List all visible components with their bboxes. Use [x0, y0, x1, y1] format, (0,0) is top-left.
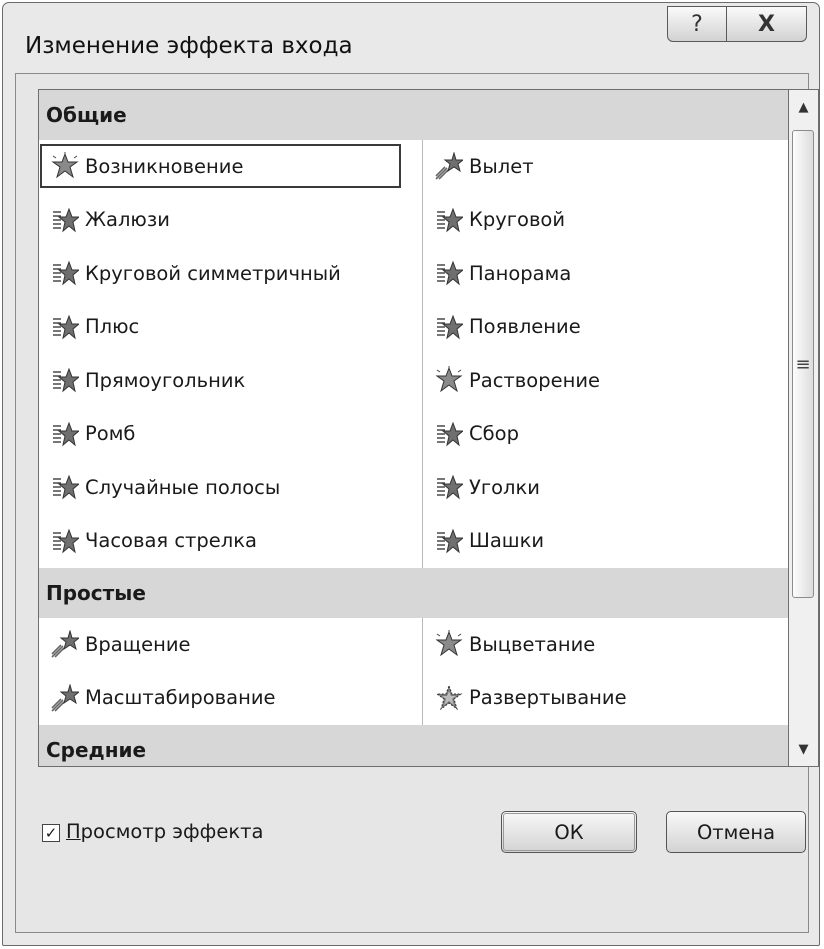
- effect-item-label: Масштабирование: [85, 686, 276, 709]
- star-stripes-icon: [51, 259, 79, 287]
- star-stripes-icon: [51, 366, 79, 394]
- star-fly-icon: [51, 630, 79, 658]
- star-stripes-icon: [51, 420, 79, 448]
- star-fly-icon: [435, 152, 463, 180]
- title-bar[interactable]: Изменение эффекта входа ? X: [3, 3, 819, 81]
- effect-item-label: Жалюзи: [85, 208, 170, 231]
- effect-item-label: Растворение: [469, 368, 601, 392]
- column-divider: [422, 618, 423, 725]
- effect-item-label: Прямоугольник: [85, 368, 246, 392]
- preview-effect-label-text: росмотр эффекта: [80, 820, 264, 843]
- effect-item-label: Появление: [469, 315, 581, 338]
- effect-item-label: Случайные полосы: [85, 475, 281, 499]
- effect-item-label: Развертывание: [469, 686, 627, 709]
- effect-item[interactable]: Часовая стрелка: [51, 521, 257, 561]
- effect-item[interactable]: Возникновение: [40, 144, 401, 188]
- effect-item[interactable]: Масштабирование: [51, 678, 276, 718]
- close-button[interactable]: X: [727, 6, 807, 42]
- effect-item-label: Уголки: [469, 475, 540, 499]
- section-header: Простые: [39, 568, 788, 618]
- star-stripes-icon: [51, 473, 79, 501]
- scroll-down-button[interactable]: ▼: [789, 734, 818, 764]
- column-divider: [422, 140, 423, 568]
- dialog-client-area: Общие Возникновение Вылет Жалюзи Круговой Кру…: [15, 73, 819, 933]
- effects-list[interactable]: Общие Возникновение Вылет Жалюзи Круговой Кру…: [38, 89, 789, 767]
- effect-item-label: Ромб: [85, 422, 136, 445]
- star-stripes-icon: [51, 206, 79, 234]
- star-sparkle-icon: [51, 152, 79, 180]
- effect-item[interactable]: Уголки: [435, 467, 540, 507]
- effect-item[interactable]: Панорама: [435, 253, 571, 293]
- preview-effect-label[interactable]: Просмотр эффекта: [66, 820, 263, 843]
- effect-item[interactable]: Растворение: [435, 360, 600, 400]
- effect-item-label: Выцветание: [469, 632, 596, 656]
- scroll-down-arrow-icon: ▼: [798, 741, 809, 757]
- dialog-title: Изменение эффекта входа: [25, 33, 353, 59]
- star-stripes-icon: [435, 420, 463, 448]
- effect-item[interactable]: Вращение: [51, 624, 191, 664]
- close-icon: X: [758, 11, 775, 37]
- effect-item[interactable]: Случайные полосы: [51, 467, 280, 507]
- star-stripes-icon: [435, 473, 463, 501]
- effect-item[interactable]: Прямоугольник: [51, 360, 245, 400]
- preview-effect-mnemonic: П: [66, 820, 81, 843]
- section-header: Общие: [39, 90, 788, 140]
- effect-item-label: Панорама: [469, 261, 572, 285]
- ok-button[interactable]: ОК: [501, 811, 637, 853]
- star-stripes-icon: [435, 206, 463, 234]
- effect-item-label: Часовая стрелка: [85, 529, 257, 552]
- star-stripes-icon: [435, 259, 463, 287]
- star-fly-icon: [51, 683, 79, 712]
- effect-item-label: Возникновение: [85, 154, 244, 178]
- star-stripes-icon: [435, 313, 463, 341]
- effect-item[interactable]: Плюс: [51, 307, 139, 347]
- effect-item[interactable]: Сбор: [435, 414, 519, 454]
- effect-item[interactable]: Вылет: [435, 146, 534, 186]
- scroll-grip-icon: ≡: [795, 353, 811, 375]
- star-stripes-icon: [435, 527, 463, 555]
- section-header: Средние: [39, 725, 788, 766]
- effects-list-scrollbar[interactable]: ▲ ≡ ▼: [789, 89, 819, 767]
- preview-effect-checkbox[interactable]: ✓: [42, 824, 60, 842]
- effect-item-label: Плюс: [85, 315, 140, 338]
- star-unfold-icon: [435, 684, 463, 712]
- effect-item[interactable]: Выцветание: [435, 624, 595, 664]
- change-entrance-effect-dialog: Изменение эффекта входа ? X Общие Возникн…: [2, 2, 820, 946]
- effect-item[interactable]: Шашки: [435, 521, 544, 561]
- effect-item-label: Круговой: [469, 208, 566, 231]
- star-stripes-icon: [51, 527, 79, 555]
- effect-item-label: Вращение: [85, 632, 191, 656]
- cancel-button[interactable]: Отмена: [666, 811, 806, 853]
- effect-item-label: Вылет: [469, 154, 534, 178]
- effect-item[interactable]: Жалюзи: [51, 200, 170, 240]
- help-icon: ?: [691, 11, 703, 37]
- effect-item[interactable]: Появление: [435, 307, 581, 347]
- star-sparkle-icon: [435, 630, 463, 658]
- effect-item-label: Сбор: [469, 422, 519, 445]
- effect-item[interactable]: Круговой: [435, 200, 565, 240]
- scroll-thumb[interactable]: ≡: [792, 130, 814, 598]
- title-bar-buttons: ? X: [667, 6, 807, 42]
- scroll-up-button[interactable]: ▲: [789, 92, 818, 122]
- star-sparkle-icon: [435, 366, 463, 394]
- effect-item[interactable]: Ромб: [51, 414, 135, 454]
- effect-item-label: Шашки: [469, 529, 545, 552]
- effect-item[interactable]: Круговой симметричный: [51, 253, 341, 293]
- star-stripes-icon: [51, 313, 79, 341]
- help-button[interactable]: ?: [667, 6, 727, 42]
- effect-item-label: Круговой симметричный: [85, 261, 341, 285]
- checkbox-check-icon: ✓: [44, 824, 58, 842]
- scroll-up-arrow-icon: ▲: [798, 99, 809, 115]
- effect-item[interactable]: Развертывание: [435, 678, 627, 718]
